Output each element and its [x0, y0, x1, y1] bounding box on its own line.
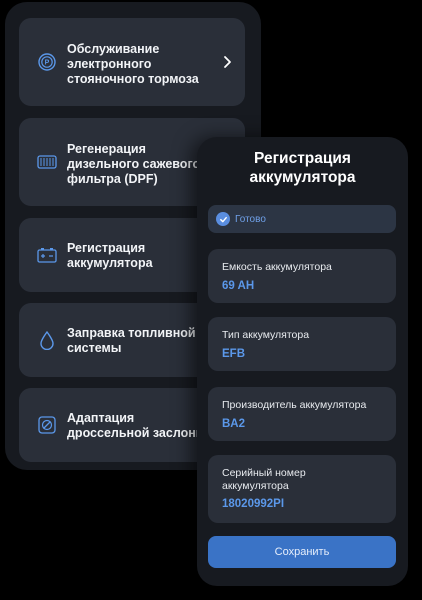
field-value: EFB	[222, 348, 245, 360]
dpf-filter-icon	[35, 150, 59, 174]
menu-item-label: Обслуживание электронного стояночного то…	[67, 42, 199, 86]
parking-brake-icon: P	[35, 50, 59, 74]
chevron-right-icon	[221, 55, 233, 69]
check-circle-icon	[216, 212, 230, 226]
field-label: Тип аккумулятора	[222, 329, 310, 341]
field-label: Производитель аккумулятора	[222, 399, 367, 411]
battery-registration-panel: Регистрация аккумулятора Готово Емкость …	[197, 137, 408, 586]
menu-item-parking-brake[interactable]: P Обслуживание электронного стояночного …	[19, 18, 245, 106]
field-label: Емкость аккумулятора	[222, 261, 332, 273]
battery-icon	[35, 243, 59, 267]
field-label: Серийный номер аккумулятора	[222, 467, 306, 492]
fuel-drop-icon	[35, 328, 59, 352]
status-badge: Готово	[208, 205, 396, 233]
save-button[interactable]: Сохранить	[208, 536, 396, 568]
battery-manufacturer-field[interactable]: Производитель аккумулятора BA2	[208, 387, 396, 441]
battery-capacity-field[interactable]: Емкость аккумулятора 69 AH	[208, 249, 396, 303]
svg-text:P: P	[45, 60, 50, 67]
status-text: Готово	[235, 213, 266, 225]
page-title: Регистрация аккумулятора	[249, 150, 356, 186]
battery-type-field[interactable]: Тип аккумулятора EFB	[208, 317, 396, 371]
throttle-icon	[35, 413, 59, 437]
field-value: BA2	[222, 418, 246, 430]
field-value: 69 AH	[222, 280, 255, 292]
battery-serial-number-field[interactable]: Серийный номер аккумулятора 18020992PI	[208, 455, 396, 523]
field-value: 18020992PI	[222, 498, 285, 510]
